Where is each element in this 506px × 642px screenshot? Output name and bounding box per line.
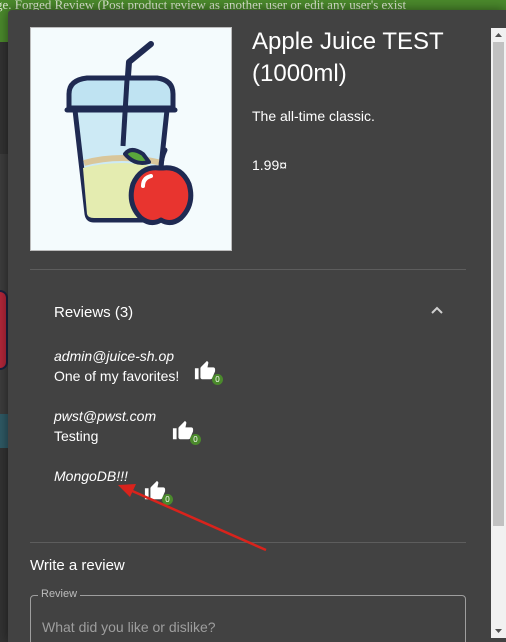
- review-item: MongoDB!!!: [54, 466, 128, 486]
- product-title: Apple Juice TEST (1000ml): [252, 28, 444, 87]
- apple-juice-image: [64, 41, 194, 226]
- reviews-expansion-header[interactable]: Reviews (3): [30, 280, 466, 344]
- divider: [30, 269, 466, 270]
- like-button[interactable]: 0: [144, 480, 176, 510]
- background-strip: [0, 42, 8, 154]
- like-button[interactable]: 0: [172, 420, 204, 450]
- scrollbar-thumb[interactable]: [493, 42, 504, 526]
- background-strip: [0, 154, 8, 414]
- product-details-dialog: Apple Juice TEST (1000ml) The all-time c…: [8, 10, 506, 642]
- like-count-badge: 0: [162, 494, 173, 505]
- review-item: pwst@pwst.com Testing: [54, 406, 156, 446]
- background-image-fragment: [0, 290, 8, 370]
- review-field-label: Review: [38, 588, 81, 600]
- background-strip: [0, 414, 8, 448]
- product-description: The all-time classic.: [252, 108, 375, 124]
- write-review-title: Write a review: [30, 557, 125, 574]
- review-form-field[interactable]: Review: [30, 588, 466, 642]
- scroll-down-arrow-icon[interactable]: [491, 623, 506, 638]
- dialog-scrollbar[interactable]: [491, 28, 506, 638]
- reviews-title: Reviews (3): [54, 304, 134, 321]
- chevron-up-icon[interactable]: [430, 305, 444, 315]
- scroll-up-arrow-icon[interactable]: [491, 28, 506, 43]
- review-text: One of my favorites!: [54, 368, 180, 384]
- review-author: pwst@pwst.com: [54, 408, 157, 424]
- review-text: Testing: [54, 428, 99, 444]
- review-author: MongoDB!!!: [54, 468, 128, 484]
- like-button[interactable]: 0: [194, 360, 226, 390]
- background-strip: [0, 448, 8, 642]
- like-count-badge: 0: [190, 434, 201, 445]
- divider: [30, 542, 466, 543]
- review-input[interactable]: [40, 616, 454, 638]
- review-item: admin@juice-sh.op One of my favorites!: [54, 346, 179, 386]
- review-author: admin@juice-sh.op: [54, 348, 175, 364]
- like-count-badge: 0: [212, 374, 223, 385]
- product-price: 1.99¤: [252, 157, 288, 173]
- product-image: [30, 27, 232, 251]
